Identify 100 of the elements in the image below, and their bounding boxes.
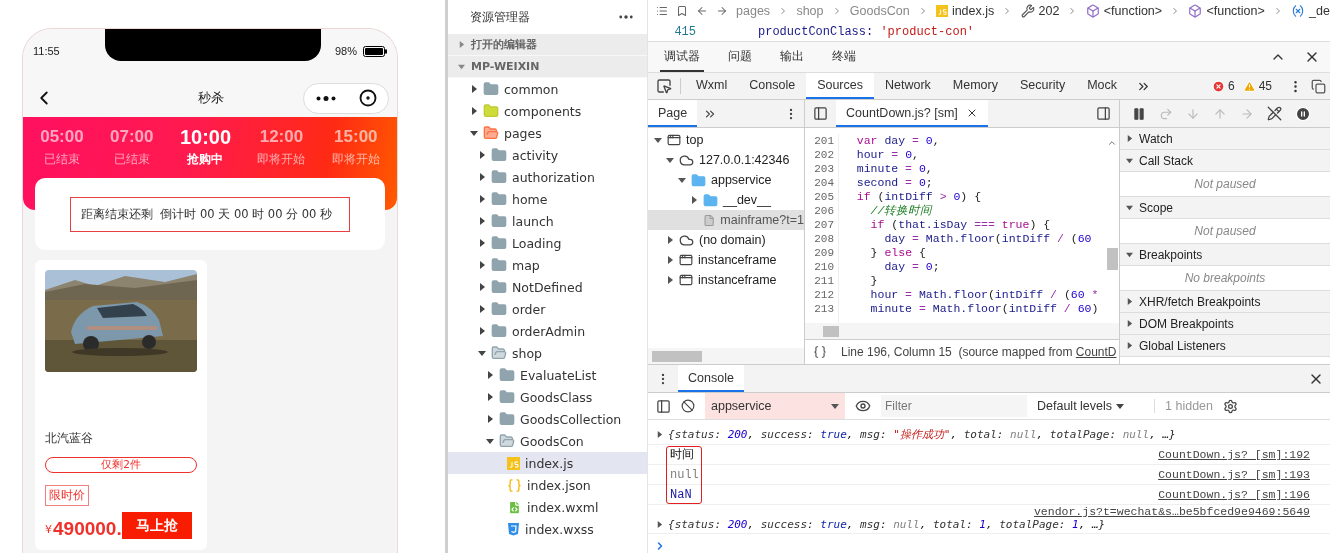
file-tab[interactable]: CountDown.js? [sm] xyxy=(836,100,988,127)
tree-item[interactable]: (no domain) xyxy=(648,230,804,250)
caret-icon[interactable] xyxy=(470,85,478,93)
tree-item[interactable]: appservice xyxy=(648,170,804,190)
tree-item[interactable]: mainframe?t=1 xyxy=(648,210,804,230)
tree-item[interactable]: Loading xyxy=(448,232,647,254)
debugger-section[interactable]: Global Listeners xyxy=(1120,335,1330,357)
panel-tab[interactable]: 输出 xyxy=(776,42,808,72)
deactivate-breakpoints-icon[interactable] xyxy=(1267,106,1282,121)
panel-tab[interactable]: 问题 xyxy=(724,42,756,72)
tree-item[interactable]: top xyxy=(648,130,804,150)
scroll-thumb[interactable] xyxy=(1106,248,1118,270)
caret-icon[interactable] xyxy=(1126,298,1133,305)
scroll-up-icon[interactable] xyxy=(1107,138,1117,148)
debugger-section[interactable]: Scope xyxy=(1120,197,1330,219)
console-tab[interactable]: Console xyxy=(678,365,744,392)
tree-item[interactable]: __dev__ xyxy=(648,190,804,210)
source-link[interactable]: CountD xyxy=(1075,345,1117,359)
horizontal-scrollbar[interactable] xyxy=(648,348,804,364)
tree-item[interactable]: shop xyxy=(448,342,647,364)
panel-tab[interactable]: 终端 xyxy=(828,42,860,72)
caret-icon[interactable] xyxy=(478,349,486,357)
caret-icon[interactable] xyxy=(666,276,674,284)
more-icon[interactable] xyxy=(315,95,336,101)
source-link[interactable]: vendor.js?t=wechat&s…be5bfced9e9469:5649 xyxy=(1033,505,1310,518)
caret-icon[interactable] xyxy=(666,156,674,164)
tree-item[interactable]: map xyxy=(448,254,647,276)
caret-icon[interactable] xyxy=(478,151,486,159)
source-link[interactable]: CountDown.js? [sm]:196 xyxy=(1158,488,1310,501)
time-slot-tab[interactable]: 10:00 抢购中 xyxy=(179,125,232,175)
caret-icon[interactable] xyxy=(478,195,486,203)
caret-icon[interactable] xyxy=(666,256,674,264)
caret-icon[interactable] xyxy=(478,305,486,313)
dock-icon[interactable] xyxy=(1311,78,1326,94)
caret-icon[interactable] xyxy=(666,236,674,244)
breadcrumb-item[interactable]: <function> xyxy=(1188,4,1265,18)
caret-icon[interactable] xyxy=(478,327,486,335)
tree-item[interactable]: EvaluateList xyxy=(448,364,647,386)
breadcrumb-item[interactable]: 202 xyxy=(1020,4,1060,18)
breadcrumb-item[interactable]: _de xyxy=(1291,4,1330,18)
eye-icon[interactable] xyxy=(855,398,871,414)
caret-icon[interactable] xyxy=(1116,402,1125,410)
pause-on-exceptions-icon[interactable] xyxy=(1295,105,1311,122)
caret-icon[interactable] xyxy=(1126,342,1133,349)
caret-icon[interactable] xyxy=(486,393,494,401)
section-header[interactable]: MP-WEIXIN xyxy=(448,56,647,78)
caret-icon[interactable] xyxy=(486,437,494,445)
bookmark-icon[interactable] xyxy=(676,4,689,18)
caret-icon[interactable] xyxy=(654,136,662,144)
caret-icon[interactable] xyxy=(1126,135,1133,142)
breadcrumb-item[interactable]: GoodsCon xyxy=(849,4,910,18)
object-preview[interactable]: {status: 200, success: true, msg: null, total: 1, totalPage: 1, …} xyxy=(656,518,1310,531)
navigator-tab[interactable]: Page xyxy=(648,100,698,127)
tree-item[interactable]: launch xyxy=(448,210,647,232)
tree-item[interactable]: index.wxss xyxy=(448,518,647,540)
clear-console-icon[interactable] xyxy=(681,399,695,413)
tree-item[interactable]: home xyxy=(448,188,647,210)
debugger-section[interactable]: XHR/fetch Breakpoints xyxy=(1120,291,1330,313)
capsule-menu[interactable] xyxy=(303,82,389,114)
caret-icon[interactable] xyxy=(478,173,486,181)
settings-icon[interactable] xyxy=(1223,398,1238,414)
forward-icon[interactable] xyxy=(716,4,729,18)
section-header[interactable]: 打开的编辑器 xyxy=(448,34,647,56)
tree-item[interactable]: common xyxy=(448,78,647,100)
sidebar-toggle-icon[interactable] xyxy=(1096,106,1111,121)
caret-icon[interactable] xyxy=(470,107,478,115)
buy-button[interactable]: 马上抢 xyxy=(122,512,192,539)
breadcrumb-item[interactable]: shop xyxy=(796,4,824,18)
caret-icon[interactable] xyxy=(486,415,494,423)
tree-item[interactable]: order xyxy=(448,298,647,320)
tree-item[interactable]: GoodsClass xyxy=(448,386,647,408)
caret-icon[interactable] xyxy=(1126,320,1133,327)
devtools-tab[interactable]: Network xyxy=(874,73,942,99)
debugger-section[interactable]: Breakpoints xyxy=(1120,244,1330,266)
tree-item[interactable]: authorization xyxy=(448,166,647,188)
inspect-icon[interactable] xyxy=(656,78,672,94)
product-card[interactable]: 北汽蓝谷 仅剩2件 限时价 ¥490000. 马上抢 xyxy=(35,260,207,550)
debugger-section[interactable]: DOM Breakpoints xyxy=(1120,313,1330,335)
devtools-tab[interactable]: Security xyxy=(1009,73,1077,99)
tree-item[interactable]: GoodsCollection xyxy=(448,408,647,430)
debugger-section[interactable]: Watch xyxy=(1120,128,1330,150)
caret-icon[interactable] xyxy=(470,129,478,137)
sidebar-toggle-icon[interactable] xyxy=(813,106,828,121)
caret-icon[interactable] xyxy=(831,402,839,410)
tree-item[interactable]: GoodsCon xyxy=(448,430,647,452)
tree-item[interactable]: orderAdmin xyxy=(448,320,647,342)
devtools-tab[interactable]: Wxml xyxy=(685,73,739,99)
caret-icon[interactable] xyxy=(478,217,486,225)
caret-icon[interactable] xyxy=(1126,204,1133,211)
source-link[interactable]: CountDown.js? [sm]:192 xyxy=(1158,448,1310,461)
devtools-tab[interactable]: Console xyxy=(738,73,807,99)
caret-icon[interactable] xyxy=(1126,251,1133,258)
warning-count[interactable]: 45 xyxy=(1242,79,1272,93)
tree-item[interactable]: pages xyxy=(448,122,647,144)
more-icon[interactable] xyxy=(619,15,633,19)
caret-icon[interactable] xyxy=(478,283,486,291)
expand-caret-icon[interactable] xyxy=(656,521,663,528)
expand-caret-icon[interactable] xyxy=(656,431,663,438)
horizontal-scrollbar[interactable] xyxy=(805,323,1119,339)
error-count[interactable]: 6 xyxy=(1211,79,1235,93)
